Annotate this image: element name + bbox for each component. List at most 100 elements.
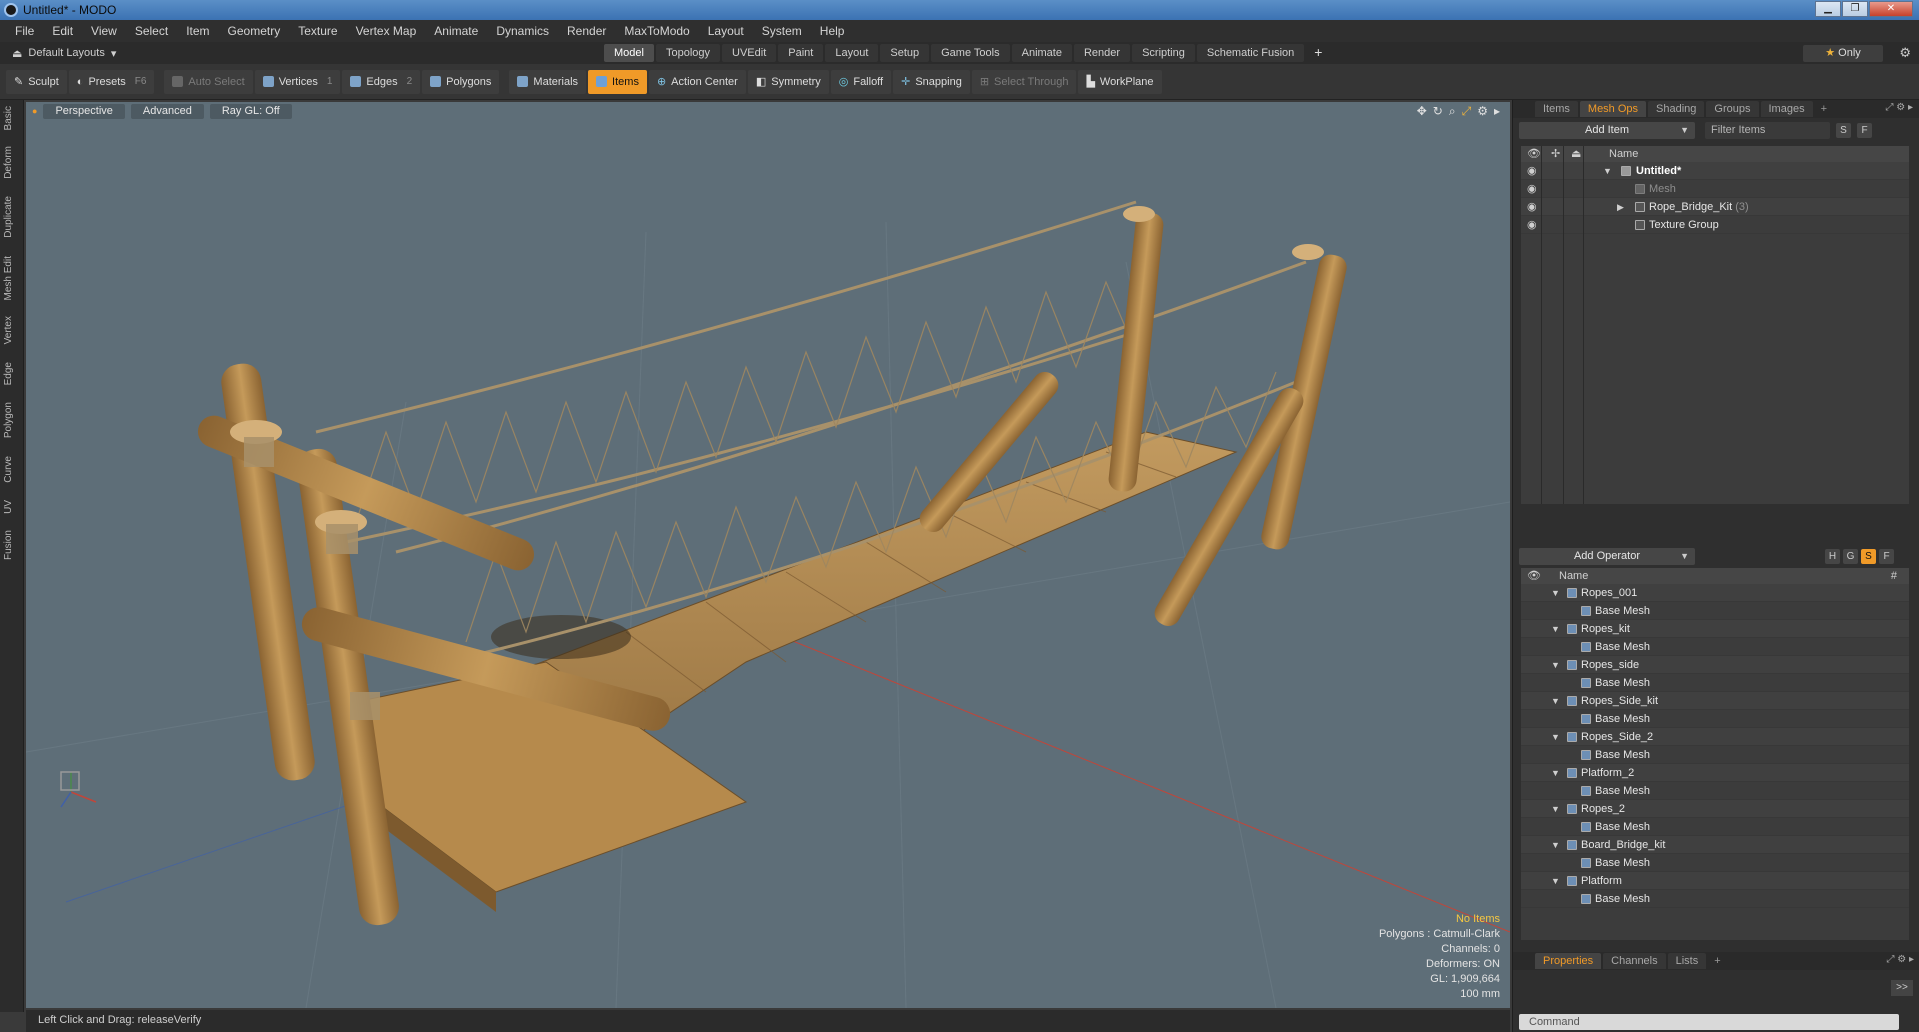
- tab-items[interactable]: Items: [1535, 101, 1578, 117]
- strip-tab-basic[interactable]: Basic: [3, 106, 14, 130]
- meshop-child-row[interactable]: Base Mesh: [1521, 854, 1909, 872]
- menu-dynamics[interactable]: Dynamics: [487, 24, 558, 38]
- meshop-child-row[interactable]: Base Mesh: [1521, 782, 1909, 800]
- meshop-row[interactable]: ▼ Ropes_001: [1521, 584, 1909, 602]
- tab-setup[interactable]: Setup: [880, 44, 930, 62]
- eye-icon[interactable]: ◉: [1527, 198, 1537, 216]
- tab-images[interactable]: Images: [1760, 101, 1813, 117]
- eye-icon[interactable]: ◉: [1527, 216, 1537, 234]
- expand-icon[interactable]: ▼: [1603, 162, 1612, 180]
- menu-file[interactable]: File: [6, 24, 43, 38]
- meshop-child-row[interactable]: Base Mesh: [1521, 602, 1909, 620]
- filter-s-toggle[interactable]: S: [1861, 548, 1876, 564]
- meshop-row[interactable]: ▼ Platform_2: [1521, 764, 1909, 782]
- meshop-child-row[interactable]: Base Mesh: [1521, 674, 1909, 692]
- view-type-button[interactable]: Perspective: [43, 103, 125, 119]
- minimize-button[interactable]: ▁: [1815, 1, 1841, 17]
- eye-icon[interactable]: ◉: [1527, 180, 1537, 198]
- sculpt-button[interactable]: ✎ Sculpt: [6, 69, 67, 94]
- layouts-dropdown[interactable]: ⏏ Default Layouts ▾: [12, 47, 116, 60]
- expand-icon[interactable]: ▼: [1551, 728, 1560, 746]
- menu-geometry[interactable]: Geometry: [219, 24, 290, 38]
- close-button[interactable]: ✕: [1869, 1, 1913, 17]
- add-panel-tab-icon[interactable]: +: [1708, 955, 1726, 967]
- tab-mesh-ops[interactable]: Mesh Ops: [1579, 101, 1647, 117]
- meshop-child-row[interactable]: Base Mesh: [1521, 746, 1909, 764]
- expand-icon[interactable]: ▼: [1551, 800, 1560, 818]
- expand-icon[interactable]: ▼: [1551, 692, 1560, 710]
- items-button[interactable]: Items: [588, 69, 647, 94]
- meshop-row[interactable]: ▼ Ropes_Side_2: [1521, 728, 1909, 746]
- filter-s-button[interactable]: S: [1836, 122, 1851, 138]
- meshop-row[interactable]: ▼ Platform: [1521, 872, 1909, 890]
- tab-shading[interactable]: Shading: [1648, 101, 1705, 117]
- strip-tab-mesh-edit[interactable]: Mesh Edit: [3, 256, 14, 300]
- edges-button[interactable]: Edges 2: [342, 69, 421, 94]
- expand-icon[interactable]: ▼: [1551, 620, 1560, 638]
- play-icon[interactable]: ▸: [1494, 104, 1500, 119]
- viewport-menu-dot-icon[interactable]: ●: [32, 106, 37, 116]
- command-input[interactable]: Command: [1519, 1014, 1899, 1030]
- list-item[interactable]: ◉ ▶ Rope_Bridge_Kit (3): [1521, 198, 1909, 216]
- menu-edit[interactable]: Edit: [43, 24, 82, 38]
- tab-uvedit[interactable]: UVEdit: [722, 44, 777, 62]
- action-center-button[interactable]: ⊕ Action Center: [648, 69, 746, 94]
- menu-system[interactable]: System: [753, 24, 811, 38]
- meshop-row[interactable]: ▼ Ropes_kit: [1521, 620, 1909, 638]
- 3d-viewport[interactable]: ● Perspective Advanced Ray GL: Off ✥ ↻ ⌕…: [26, 102, 1510, 1008]
- select-through-button[interactable]: ⊞ Select Through: [971, 69, 1077, 94]
- tab-model[interactable]: Model: [604, 44, 654, 62]
- pan-icon[interactable]: ✥: [1417, 104, 1427, 119]
- filter-g-button[interactable]: G: [1843, 548, 1858, 564]
- panel-options-icon[interactable]: ⤢ ⚙ ▸: [1885, 102, 1913, 113]
- symmetry-button[interactable]: ◧ Symmetry: [747, 69, 829, 94]
- falloff-button[interactable]: ◎ Falloff: [830, 69, 892, 94]
- menu-layout[interactable]: Layout: [699, 24, 753, 38]
- vertices-button[interactable]: Vertices 1: [254, 69, 341, 94]
- expand-icon[interactable]: ▼: [1551, 584, 1560, 602]
- tab-properties[interactable]: Properties: [1535, 953, 1602, 969]
- tab-lists[interactable]: Lists: [1667, 953, 1707, 969]
- tab-render[interactable]: Render: [1073, 44, 1131, 62]
- expand-icon[interactable]: ▼: [1551, 836, 1560, 854]
- add-tab-icon[interactable]: +: [1306, 44, 1330, 62]
- eye-icon[interactable]: ◉: [1527, 162, 1537, 180]
- menu-maxtomodo[interactable]: MaxToModo: [615, 24, 698, 38]
- list-item[interactable]: ◉ ▼ Untitled*: [1521, 162, 1909, 180]
- auto-select-button[interactable]: Auto Select: [164, 69, 253, 94]
- meshop-child-row[interactable]: Base Mesh: [1521, 710, 1909, 728]
- expand-icon[interactable]: ▶: [1617, 198, 1624, 216]
- panel-options-icon[interactable]: ⤢ ⚙ ▸: [1886, 954, 1914, 965]
- strip-tab-polygon[interactable]: Polygon: [3, 402, 14, 438]
- only-toggle[interactable]: ★ Only: [1803, 45, 1883, 62]
- tab-animate[interactable]: Animate: [1011, 44, 1072, 62]
- menu-animate[interactable]: Animate: [425, 24, 487, 38]
- materials-button[interactable]: Materials: [509, 69, 587, 94]
- advanced-shading-button[interactable]: Advanced: [130, 103, 204, 119]
- filter-items-input[interactable]: Filter Items: [1705, 121, 1830, 139]
- meshop-child-row[interactable]: Base Mesh: [1521, 638, 1909, 656]
- rotate-icon[interactable]: ↻: [1433, 104, 1443, 119]
- filter-h-button[interactable]: H: [1825, 548, 1840, 564]
- workplane-button[interactable]: ▙ WorkPlane: [1078, 69, 1162, 94]
- snapping-button[interactable]: ✛ Snapping: [893, 69, 970, 94]
- maximize-icon[interactable]: ⤢: [1462, 104, 1472, 119]
- list-item[interactable]: ◉ Mesh: [1521, 180, 1909, 198]
- gear-icon[interactable]: ⚙: [1899, 45, 1911, 61]
- strip-tab-vertex[interactable]: Vertex: [3, 316, 14, 344]
- menu-render[interactable]: Render: [558, 24, 615, 38]
- presets-button[interactable]: ◐ Presets F6: [68, 69, 155, 94]
- tab-layout[interactable]: Layout: [825, 44, 879, 62]
- tab-schematic-fusion[interactable]: Schematic Fusion: [1196, 44, 1305, 62]
- strip-tab-deform[interactable]: Deform: [3, 146, 14, 179]
- meshop-row[interactable]: ▼ Ropes_side: [1521, 656, 1909, 674]
- menu-select[interactable]: Select: [126, 24, 177, 38]
- zoom-icon[interactable]: ⌕: [1449, 104, 1456, 119]
- meshop-row[interactable]: ▼ Ropes_2: [1521, 800, 1909, 818]
- meshop-child-row[interactable]: Base Mesh: [1521, 818, 1909, 836]
- polygons-button[interactable]: Polygons: [422, 69, 500, 94]
- settings-icon[interactable]: ⚙: [1477, 104, 1488, 119]
- meshop-row[interactable]: ▼ Ropes_Side_kit: [1521, 692, 1909, 710]
- strip-tab-uv[interactable]: UV: [3, 500, 14, 514]
- expand-icon[interactable]: ▼: [1551, 764, 1560, 782]
